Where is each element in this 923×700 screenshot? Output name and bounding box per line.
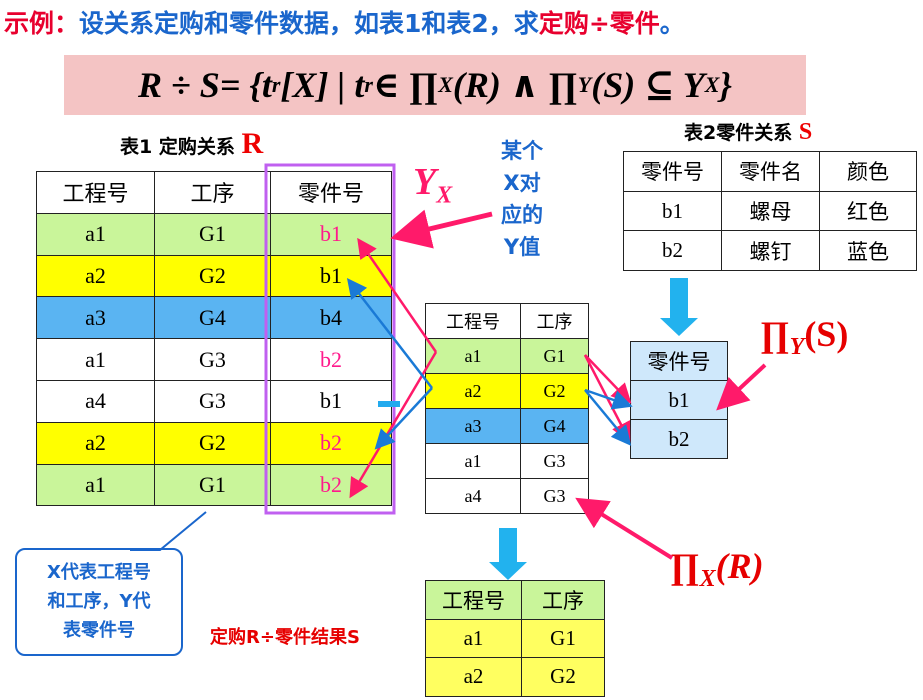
title-body: 设关系定购和零件数据，如表1和表2，求 <box>79 9 539 38</box>
table2-caption: 表2零件关系 S <box>684 119 813 145</box>
order-relation-table: 工程号 工序 零件号 a1 G1 b1 a2 G2 b1 a3 G4 b4 a1 G3 b2 a… <box>36 171 392 507</box>
projection-x-pointer <box>575 497 674 560</box>
part-relation-table: 零件号 零件名 颜色 b1 螺母 红色 b2 螺钉 蓝色 <box>623 151 917 272</box>
result-table: 工程号 工序 a1 G1 a2 G2 <box>425 580 605 697</box>
some-x-label: 某个 X对 应的 Y值 <box>501 139 543 259</box>
table-row: a2 G2 b1 <box>36 254 392 298</box>
table-row: b2 <box>630 419 728 459</box>
table-row: a1 G1 b1 <box>36 212 392 256</box>
table-header-row: 零件号 零件名 颜色 <box>623 151 917 192</box>
table-row: b1 <box>630 380 728 420</box>
header-project-no: 工程号 <box>36 171 155 214</box>
title-prefix: 示例： <box>4 9 80 38</box>
table-row: a2 G2 b2 <box>36 421 392 465</box>
table-row: a1 G1 <box>425 618 605 658</box>
table-header-row: 零件号 <box>630 341 728 381</box>
projection-y-pointer <box>716 363 767 411</box>
projection-x-table: 工程号 工序 a1 G1 a2 G2 a3 G4 a1 G3 a4 G3 <box>425 303 589 514</box>
division-formula: R ÷ S = {t r [X] | tr ∈ ∏ X (R) ∧ ∏ Y (S) ⊆… <box>64 55 806 115</box>
table-row: a2 G2 <box>425 657 605 697</box>
table-row: a4 G3 b1 <box>36 379 392 423</box>
table-row: a2 G2 <box>425 373 589 409</box>
callout-note: X代表工程号 和工序，Y代 表零件号 <box>15 548 183 656</box>
table-row: a3 G4 <box>425 408 589 444</box>
table1-caption: 表1 定购关系 R <box>120 127 264 160</box>
header-process: 工序 <box>154 171 271 214</box>
table-row: a3 G4 b4 <box>36 296 392 340</box>
header-part-no: 零件号 <box>270 171 392 214</box>
projection-x-label: ∏X(R) <box>670 546 764 593</box>
down-arrow-icon <box>660 278 698 336</box>
table-row: a4 G3 <box>425 478 589 514</box>
table-row: a1 G1 <box>425 338 589 374</box>
result-label: 定购R÷零件结果S <box>210 627 360 648</box>
projection-y-label: ∏Y(S) <box>760 314 849 361</box>
projection-y-table: 零件号 b1 b2 <box>630 341 728 459</box>
table-row: b2 螺钉 蓝色 <box>623 230 917 272</box>
table-row: a1 G1 b2 <box>36 463 392 507</box>
down-arrow-icon <box>489 528 527 580</box>
table-row: a1 G3 b2 <box>36 338 392 381</box>
yx-pointer-arrow <box>390 209 493 249</box>
table-header-row: 工程号 工序 零件号 <box>36 171 392 214</box>
title-period: 。 <box>659 9 685 38</box>
table-header-row: 工程号 工序 <box>425 303 589 339</box>
table-row: b1 螺母 红色 <box>623 190 917 232</box>
title-highlight: 定购÷零件 <box>538 9 660 38</box>
page-title: 示例：设关系定购和零件数据，如表1和表2，求定购÷零件。 <box>4 4 685 40</box>
table-row: a1 G3 <box>425 443 589 479</box>
formula-lhs: R ÷ S <box>138 65 220 105</box>
yx-label: YX <box>413 161 453 209</box>
table-header-row: 工程号 工序 <box>425 580 605 620</box>
callout-pointer <box>130 511 207 551</box>
